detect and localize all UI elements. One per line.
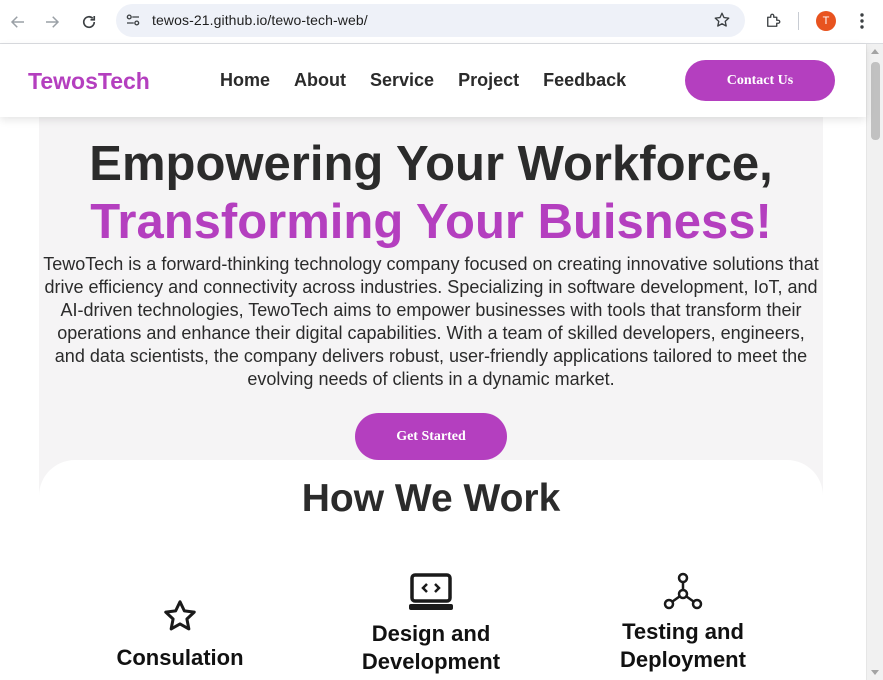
arrow-left-icon — [10, 16, 24, 28]
reload-button[interactable] — [75, 8, 103, 36]
how-we-work-title: How We Work — [301, 477, 561, 520]
contact-us-button[interactable]: Contact Us — [685, 60, 835, 101]
step-consultation: Consulation — [95, 598, 265, 672]
extensions-button[interactable] — [760, 8, 786, 34]
step-label: Testing and Deployment — [620, 619, 746, 672]
browser-toolbar: tewos-21.github.io/tewo-tech-web/ T — [0, 0, 883, 44]
nav-project[interactable]: Project — [458, 70, 519, 91]
site-logo[interactable]: TewosTech — [28, 68, 150, 95]
step-design-development: Design and Development — [340, 572, 522, 676]
step-label: Consulation — [116, 645, 244, 670]
site-settings-icon[interactable] — [124, 11, 142, 29]
scroll-up-arrow-icon[interactable] — [871, 49, 879, 54]
arrow-right-icon — [46, 16, 60, 28]
network-icon — [663, 572, 703, 610]
puzzle-icon — [767, 13, 781, 27]
toolbar-divider — [798, 12, 799, 30]
nav-home[interactable]: Home — [220, 70, 270, 91]
bookmark-star-icon[interactable] — [713, 11, 731, 29]
kebab-menu-icon — [860, 13, 864, 29]
address-bar[interactable]: tewos-21.github.io/tewo-tech-web/ — [116, 4, 745, 37]
reload-icon — [82, 15, 96, 29]
url-text: tewos-21.github.io/tewo-tech-web/ — [152, 12, 368, 28]
hero-title-line1: Empowering Your Workforce, — [89, 137, 773, 191]
step-testing-deployment: Testing and Deployment — [592, 572, 774, 674]
hero-description: TewoTech is a forward-thinking technolog… — [43, 254, 819, 389]
profile-avatar[interactable]: T — [816, 11, 836, 31]
scroll-thumb[interactable] — [871, 62, 880, 140]
star-icon — [164, 600, 196, 631]
forward-button[interactable] — [38, 8, 66, 36]
scroll-down-arrow-icon[interactable] — [871, 670, 879, 675]
nav-about[interactable]: About — [294, 70, 346, 91]
hero-title-line2: Transforming Your Buisness! — [90, 195, 772, 249]
main-nav: Home About Service Project Feedback — [220, 70, 626, 91]
browser-menu-button[interactable] — [852, 9, 872, 33]
nav-service[interactable]: Service — [370, 70, 434, 91]
laptop-code-icon — [409, 573, 453, 610]
get-started-button[interactable]: Get Started — [355, 413, 507, 460]
site-header: TewosTech Home About Service Project Fee… — [0, 44, 866, 117]
back-button[interactable] — [4, 8, 32, 36]
page-scrollbar[interactable] — [866, 44, 883, 680]
nav-feedback[interactable]: Feedback — [543, 70, 626, 91]
step-label: Design and Development — [361, 621, 501, 674]
